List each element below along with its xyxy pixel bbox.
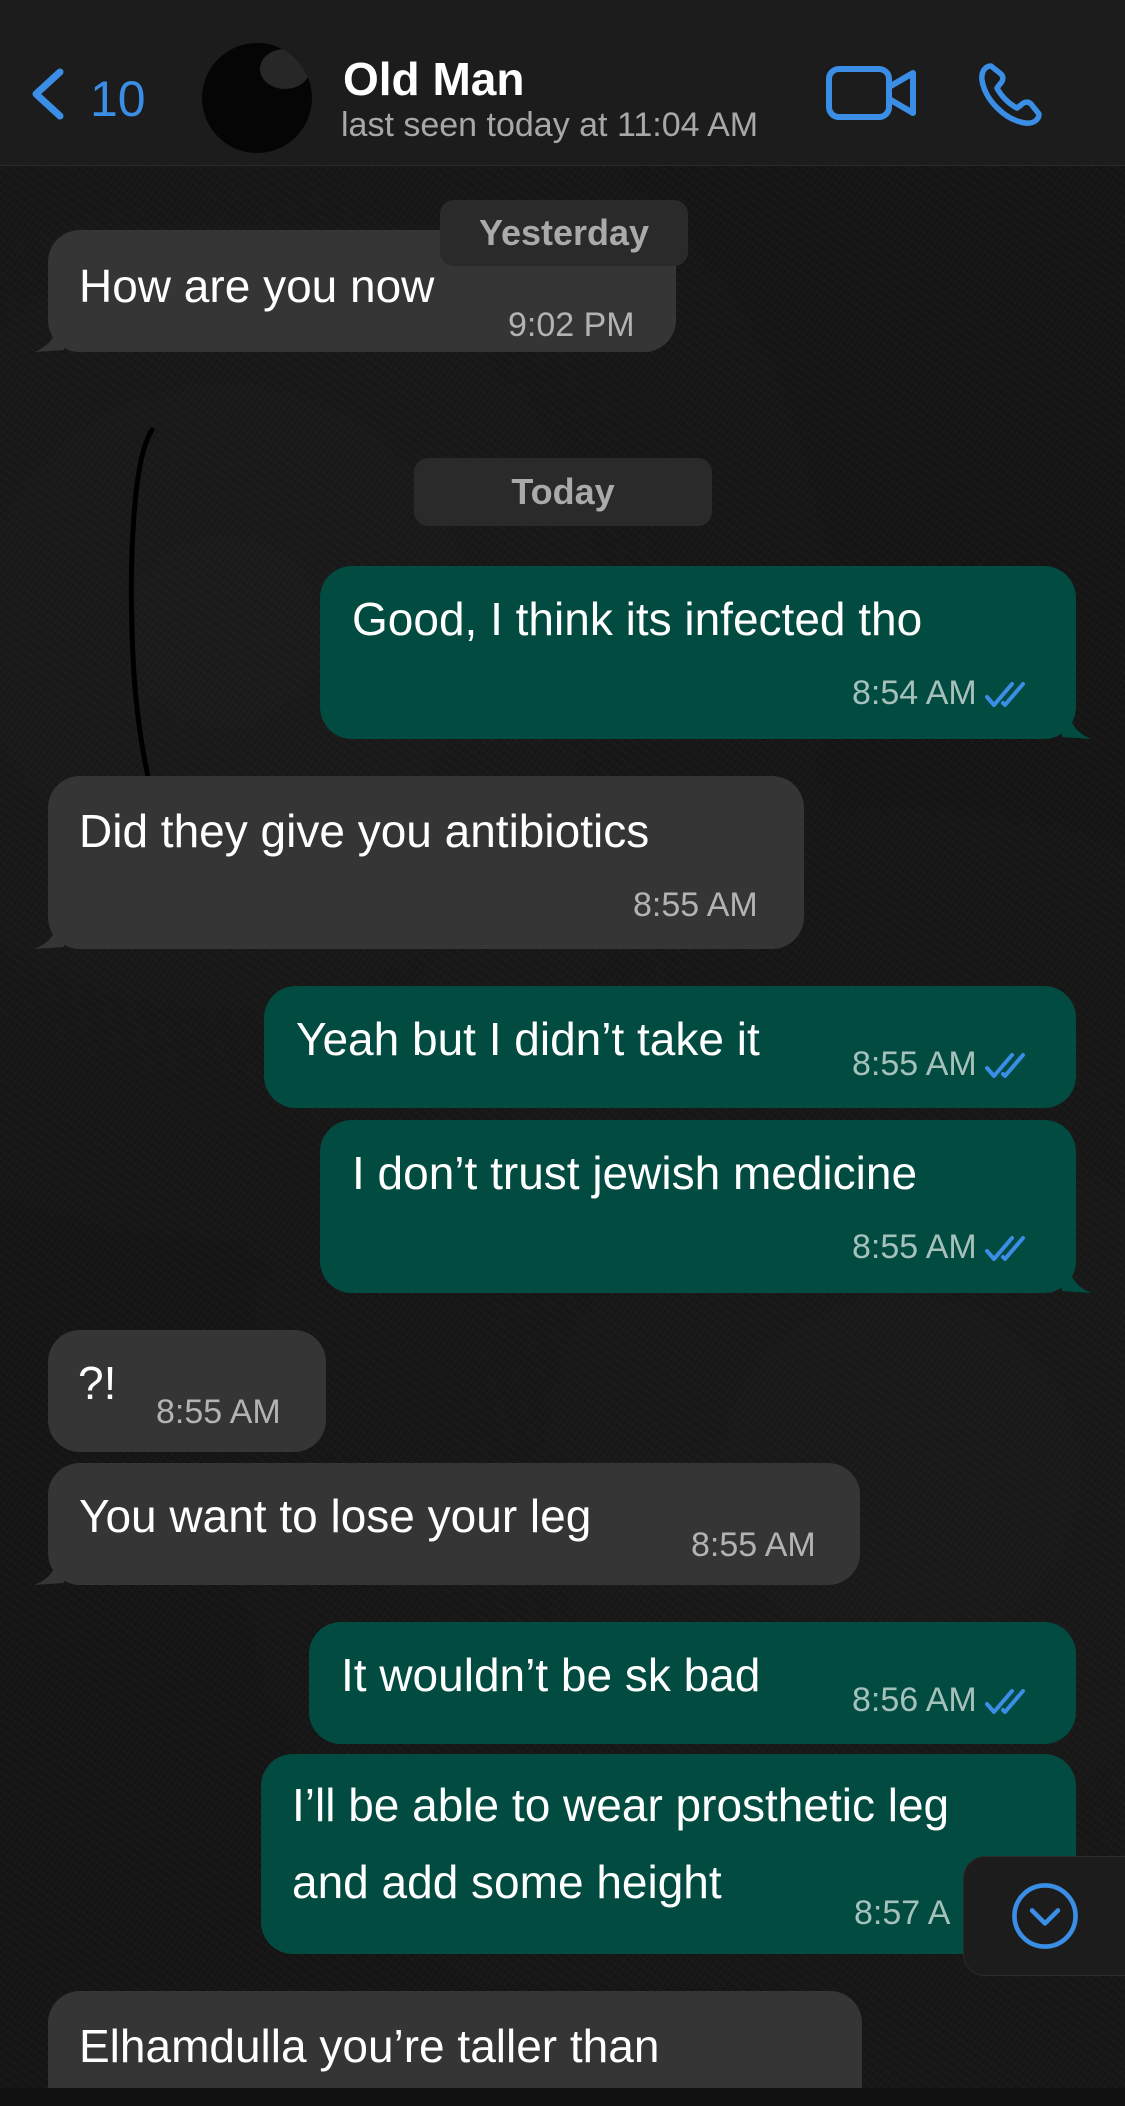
date-separator: Today: [414, 458, 712, 526]
message-incoming[interactable]: Elhamdulla you’re taller than: [48, 1991, 862, 2095]
message-outgoing[interactable]: It wouldn’t be sk bad 8:56 AM: [309, 1622, 1076, 1744]
message-text: It wouldn’t be sk bad: [341, 1649, 761, 1701]
video-camera-icon[interactable]: [825, 63, 920, 123]
chat-header: 10 Old Man last seen today at 11:04 AM: [0, 0, 1125, 166]
message-time: 8:55 AM: [691, 1526, 816, 1564]
chevron-down-circle-icon: [1012, 1883, 1078, 1949]
message-text: I don’t trust jewish medicine: [352, 1147, 918, 1199]
message-text-line1: I’ll be able to wear prosthetic leg: [292, 1779, 950, 1831]
back-chevron-icon[interactable]: [22, 64, 82, 124]
bubble-tail: [1062, 709, 1092, 739]
message-incoming[interactable]: ?! 8:55 AM: [48, 1330, 326, 1452]
double-check-read-icon: [984, 1689, 1025, 1715]
message-outgoing[interactable]: I don’t trust jewish medicine 8:55 AM: [320, 1120, 1092, 1293]
bubble-tail: [34, 1555, 64, 1585]
message-text-line2: and add some height: [292, 1856, 722, 1908]
contact-status[interactable]: last seen today at 11:04 AM: [341, 106, 758, 145]
phone-icon[interactable]: [975, 60, 1045, 130]
scroll-to-bottom-button[interactable]: [963, 1856, 1125, 1976]
message-outgoing[interactable]: Yeah but I didn’t take it 8:55 AM: [264, 986, 1076, 1108]
message-list[interactable]: How are you now 9:02 PM Yesterday Today …: [0, 165, 1125, 2095]
message-outgoing[interactable]: Good, I think its infected tho 8:54 AM: [320, 566, 1092, 739]
double-check-read-icon: [984, 1236, 1025, 1262]
bubble-tail: [1062, 1263, 1092, 1293]
message-text: You want to lose your leg: [79, 1490, 592, 1542]
message-time: 8:56 AM: [852, 1683, 1031, 1717]
message-text: Elhamdulla you’re taller than: [79, 2020, 660, 2072]
bubble-tail: [34, 919, 64, 949]
message-time: 8:55 AM: [156, 1393, 281, 1431]
double-check-read-icon: [984, 1053, 1025, 1079]
message-text: Good, I think its infected tho: [352, 593, 923, 645]
input-bar-edge: [0, 2088, 1125, 2106]
message-time: 8:55 AM: [852, 1230, 1031, 1264]
date-separator: Yesterday: [440, 200, 688, 266]
message-outgoing[interactable]: I’ll be able to wear prosthetic leg and …: [261, 1754, 1076, 1954]
message-time: 8:57 A: [854, 1894, 951, 1932]
message-incoming[interactable]: Did they give you antibiotics 8:55 AM: [34, 776, 804, 949]
avatar[interactable]: [202, 43, 312, 153]
message-time: 8:54 AM: [852, 676, 1031, 710]
message-time: 9:02 PM: [508, 306, 635, 344]
message-time: 8:55 AM: [852, 1047, 1031, 1081]
bubble-tail: [34, 322, 64, 352]
message-text: Did they give you antibiotics: [79, 805, 650, 857]
message-text: Yeah but I didn’t take it: [296, 1013, 760, 1065]
message-incoming[interactable]: You want to lose your leg 8:55 AM: [34, 1463, 860, 1585]
message-text: How are you now: [79, 260, 435, 312]
back-count[interactable]: 10: [90, 70, 146, 128]
message-time: 8:55 AM: [633, 886, 758, 924]
message-text: ?!: [78, 1357, 117, 1409]
double-check-read-icon: [984, 682, 1025, 708]
contact-name[interactable]: Old Man: [343, 52, 524, 106]
